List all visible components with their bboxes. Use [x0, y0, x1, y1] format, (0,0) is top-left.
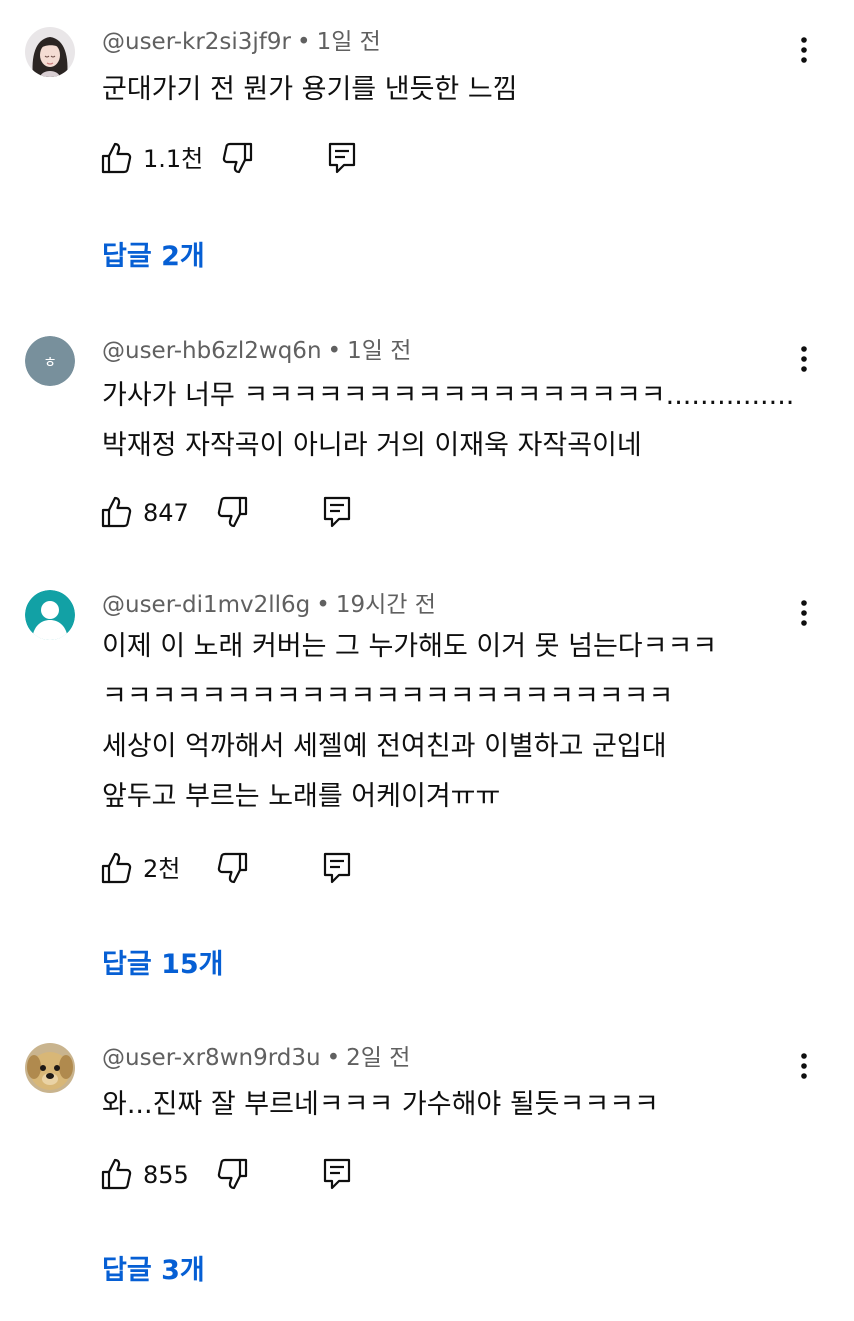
comment-meta: @user-kr2si3jf9r • 1일 전: [102, 27, 381, 57]
comment-author[interactable]: @user-xr8wn9rd3u: [102, 1045, 321, 1071]
separator-dot: •: [326, 1045, 341, 1071]
comment-line: 와...진짜 잘 부르네ㅋㅋㅋ 가수해야 될듯ㅋㅋㅋㅋ: [102, 1089, 659, 1120]
like-count: 855: [143, 1161, 189, 1189]
comment-text: 와...진짜 잘 부르네ㅋㅋㅋ 가수해야 될듯ㅋㅋㅋㅋ: [102, 1080, 659, 1130]
letter-avatar-icon: ㅎ: [25, 336, 75, 386]
more-options-icon[interactable]: [790, 596, 818, 630]
photo-woman-icon: [25, 27, 75, 77]
avatar-letter: ㅎ: [43, 353, 57, 371]
default-person-icon: [25, 590, 75, 640]
reply-icon[interactable]: [321, 1157, 353, 1191]
comment-line: 가사가 너무 ㅋㅋㅋㅋㅋㅋㅋㅋㅋㅋㅋㅋㅋㅋㅋㅋㅋ...............: [102, 380, 795, 411]
dislike-icon[interactable]: [217, 851, 249, 885]
avatar[interactable]: [25, 1043, 75, 1093]
like-count: 2천: [143, 855, 181, 883]
comment-meta: @user-hb6zl2wq6n • 1일 전: [102, 336, 411, 366]
comment-line: 이제 이 노래 커버는 그 누가해도 이거 못 넘는다ㅋㅋㅋ: [102, 631, 718, 662]
dislike-icon[interactable]: [217, 1157, 249, 1191]
comment-meta: @user-di1mv2ll6g • 19시간 전: [102, 590, 436, 620]
comment-line: 군대가기 전 뭔가 용기를 낸듯한 느낌: [102, 74, 518, 105]
dislike-icon[interactable]: [217, 495, 249, 529]
avatar[interactable]: [25, 590, 75, 640]
comment-time: 19시간 전: [335, 592, 436, 618]
view-replies-button[interactable]: 답글 2개: [102, 234, 205, 273]
comment-text: 가사가 너무 ㅋㅋㅋㅋㅋㅋㅋㅋㅋㅋㅋㅋㅋㅋㅋㅋㅋ............... …: [102, 371, 794, 471]
comment-time: 1일 전: [347, 338, 412, 364]
like-icon[interactable]: [100, 851, 132, 885]
comment-author[interactable]: @user-di1mv2ll6g: [102, 592, 310, 618]
comment-text: 이제 이 노래 커버는 그 누가해도 이거 못 넘는다ㅋㅋㅋ ㅋㅋㅋㅋㅋㅋㅋㅋㅋ…: [102, 622, 717, 822]
reply-icon[interactable]: [321, 851, 353, 885]
view-replies-button[interactable]: 답글 3개: [102, 1248, 205, 1287]
reply-icon[interactable]: [321, 495, 353, 529]
comment-meta: @user-xr8wn9rd3u • 2일 전: [102, 1043, 410, 1073]
separator-dot: •: [327, 338, 342, 364]
like-count: 847: [143, 499, 189, 527]
photo-puppy-icon: [25, 1043, 75, 1093]
comment-author[interactable]: @user-hb6zl2wq6n: [102, 338, 322, 364]
separator-dot: •: [316, 592, 330, 618]
comment-time: 1일 전: [316, 29, 381, 55]
comment-author[interactable]: @user-kr2si3jf9r: [102, 29, 291, 55]
reply-icon[interactable]: [326, 141, 358, 175]
comment-line: 앞두고 부르는 노래를 어케이겨ㅠㅠ: [102, 781, 501, 812]
more-options-icon[interactable]: [790, 1049, 818, 1083]
comment-line: ㅋㅋㅋㅋㅋㅋㅋㅋㅋㅋㅋㅋㅋㅋㅋㅋㅋㅋㅋㅋㅋㅋㅋ: [102, 681, 674, 712]
more-options-icon[interactable]: [790, 33, 818, 67]
comment-time: 2일 전: [346, 1045, 411, 1071]
dislike-icon[interactable]: [222, 141, 254, 175]
like-count: 1.1천: [143, 145, 204, 173]
comment-line: 세상이 억까해서 세젤예 전여친과 이별하고 군입대: [102, 731, 667, 762]
like-icon[interactable]: [100, 141, 132, 175]
comment-text: 군대가기 전 뭔가 용기를 낸듯한 느낌: [102, 65, 518, 115]
avatar[interactable]: ㅎ: [25, 336, 75, 386]
separator-dot: •: [297, 29, 311, 55]
avatar[interactable]: [25, 27, 75, 77]
like-icon[interactable]: [100, 1157, 132, 1191]
like-icon[interactable]: [100, 495, 132, 529]
view-replies-button[interactable]: 답글 15개: [102, 942, 224, 981]
comment-line: 박재정 자작곡이 아니라 거의 이재욱 자작곡이네: [102, 430, 642, 461]
